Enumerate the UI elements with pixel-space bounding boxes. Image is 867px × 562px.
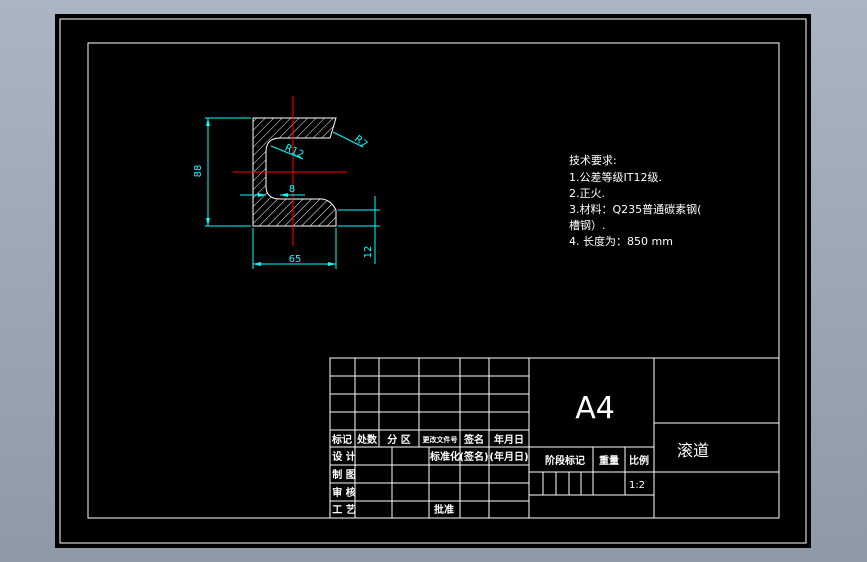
label-scale: 比例	[629, 454, 649, 467]
note-line: 2.正火.	[569, 187, 605, 200]
dim-width: 65	[289, 254, 302, 265]
label-review: 审 核	[332, 486, 355, 499]
drawing-sheet: 88 65 8 12 R12 R7 技术要求: 1.公差等级IT12级. 2.正…	[55, 14, 811, 548]
rev-col-mark: 标记	[331, 433, 352, 446]
note-line: 1.公差等级IT12级.	[569, 170, 662, 184]
rev-col-date: 年月日	[494, 433, 524, 446]
outer-frame	[59, 18, 807, 544]
part-name: 滚道	[677, 441, 709, 460]
label-process: 工 艺	[332, 503, 355, 516]
dim-inner-radius: R12	[283, 143, 305, 161]
rev-col-count: 处数	[356, 433, 378, 446]
title-block-text: 标记 处数 分 区 更改文件号 签名 年月日 设 计 制 图 审 核 工 艺 标…	[331, 391, 709, 516]
label-drafting: 制 图	[332, 468, 355, 481]
dim-web: 8	[289, 184, 295, 195]
paper-size: A4	[575, 391, 615, 426]
rev-col-doc: 更改文件号	[423, 435, 458, 444]
label-weight: 重量	[599, 454, 619, 467]
label-signature: (签名)	[459, 450, 488, 463]
label-stage: 阶段标记	[545, 454, 585, 467]
label-approve: 批准	[434, 503, 454, 516]
label-standardization: 标准化	[429, 450, 460, 463]
label-design: 设 计	[332, 450, 355, 463]
dim-outer-radius: R7	[352, 134, 369, 151]
technical-notes: 技术要求: 1.公差等级IT12级. 2.正火. 3.材料：Q235普通碳素钢(…	[569, 154, 701, 248]
rev-col-zone: 分 区	[387, 433, 410, 446]
note-line: 槽钢）.	[569, 219, 606, 232]
dim-height: 88	[193, 165, 204, 178]
dim-flange: 12	[363, 246, 374, 259]
rev-col-sign: 签名	[463, 433, 484, 446]
note-line: 4. 长度为：850 mm	[569, 234, 673, 248]
scale-value: 1:2	[629, 480, 645, 491]
note-line: 3.材料：Q235普通碳素钢(	[569, 202, 701, 216]
notes-heading: 技术要求:	[569, 154, 617, 167]
label-date: (年月日)	[489, 450, 528, 463]
